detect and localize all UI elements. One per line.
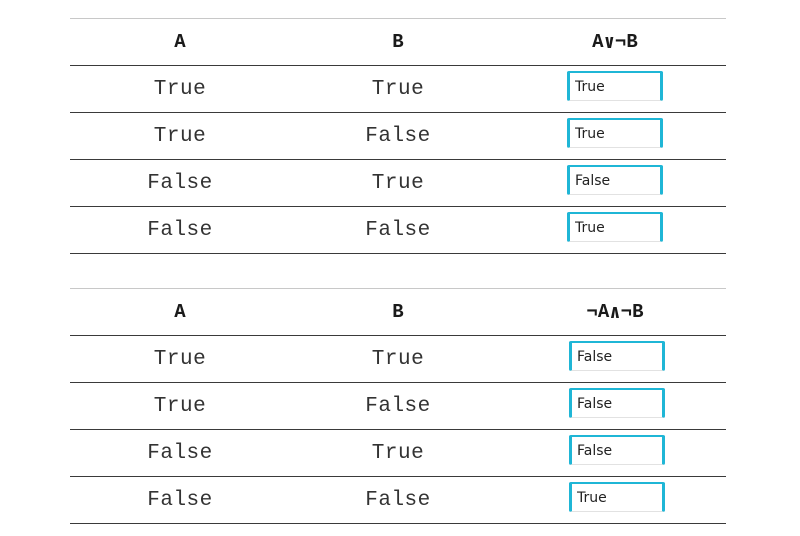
value-a: False: [147, 171, 213, 195]
table-row: True True: [70, 66, 726, 113]
answer-input[interactable]: [567, 71, 663, 101]
or-operator-symbol: ∨: [603, 31, 616, 54]
value-b: False: [365, 218, 431, 242]
expression-left-operand: A: [592, 31, 604, 53]
table-row: False False: [70, 207, 726, 254]
answer-input[interactable]: [569, 341, 665, 371]
value-a: True: [153, 124, 207, 148]
table-row: False True: [70, 160, 726, 207]
answer-input[interactable]: [569, 435, 665, 465]
value-a: False: [147, 218, 213, 242]
and-operator-symbol: ∧: [609, 301, 621, 324]
value-b: True: [371, 347, 425, 371]
table-row: False False: [70, 477, 726, 524]
value-b: True: [371, 77, 425, 101]
table-row: True True: [70, 336, 726, 383]
column-header-b: B: [392, 31, 404, 53]
answer-input[interactable]: [567, 212, 663, 242]
answer-input[interactable]: [567, 118, 663, 148]
truth-table-not-a-and-not-b: A B ¬A ∧ ¬B True True True False False T…: [70, 288, 726, 524]
table-row: False True: [70, 430, 726, 477]
table-header-row: A B A ∨ ¬B: [70, 19, 726, 66]
value-b: False: [365, 394, 431, 418]
truth-table-a-or-not-b: A B A ∨ ¬B True True True False False Tr…: [70, 18, 726, 254]
value-b: True: [371, 171, 425, 195]
column-header-expression: A ∨ ¬B: [500, 19, 730, 65]
expression-left-operand: ¬A: [586, 301, 610, 323]
value-b: False: [365, 124, 431, 148]
column-header-expression: ¬A ∧ ¬B: [500, 289, 730, 335]
value-a: False: [147, 488, 213, 512]
answer-input[interactable]: [567, 165, 663, 195]
answer-input[interactable]: [569, 388, 665, 418]
value-a: True: [153, 347, 207, 371]
expression-right-operand: ¬B: [615, 31, 638, 53]
table-row: True False: [70, 113, 726, 160]
column-header-b: B: [392, 301, 404, 323]
value-b: False: [365, 488, 431, 512]
table-row: True False: [70, 383, 726, 430]
value-a: False: [147, 441, 213, 465]
value-a: True: [153, 77, 207, 101]
value-a: True: [153, 394, 207, 418]
expression-right-operand: ¬B: [620, 301, 644, 323]
column-header-a: A: [174, 31, 186, 53]
value-b: True: [371, 441, 425, 465]
table-header-row: A B ¬A ∧ ¬B: [70, 289, 726, 336]
answer-input[interactable]: [569, 482, 665, 512]
column-header-a: A: [174, 301, 186, 323]
